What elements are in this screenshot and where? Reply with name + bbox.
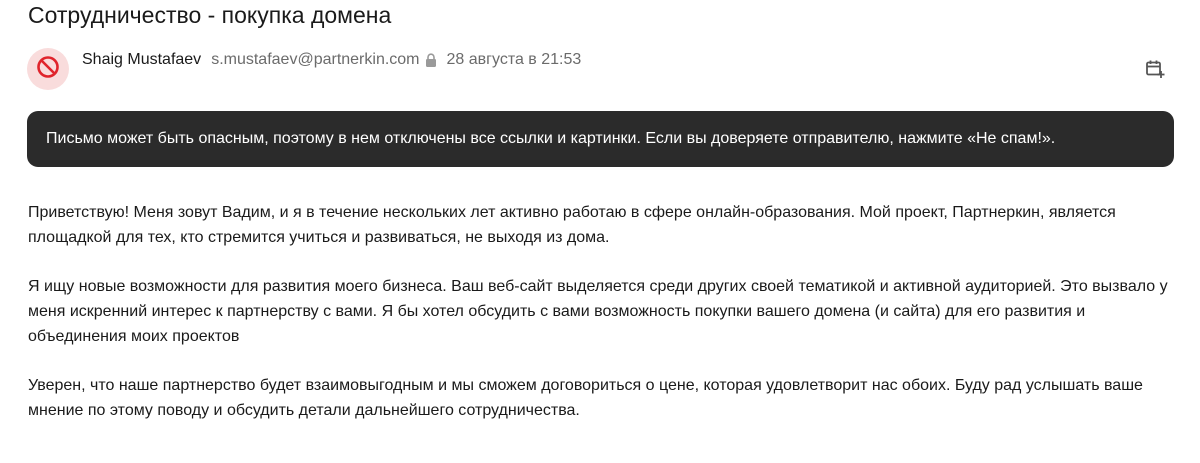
body-paragraph: Приветствую! Меня зовут Вадим, и я в теч… xyxy=(28,204,1116,246)
email-view: Сотрудничество - покупка домена Shaig Mu… xyxy=(0,0,1200,463)
blocked-icon xyxy=(36,55,60,84)
body-paragraph: Уверен, что наше партнерство будет взаим… xyxy=(28,377,1143,419)
avatar[interactable] xyxy=(27,48,69,90)
calendar-add-icon xyxy=(1145,59,1165,84)
sender-email[interactable]: s.mustafaev@partnerkin.com xyxy=(211,51,419,69)
sender-name[interactable]: Shaig Mustafaev xyxy=(82,51,201,69)
lock-icon xyxy=(425,53,437,67)
email-subject: Сотрудничество - покупка домена xyxy=(28,2,392,28)
add-to-calendar-button[interactable] xyxy=(1144,60,1166,82)
email-body: Приветствую! Меня зовут Вадим, и я в теч… xyxy=(28,200,1178,447)
sender-row: Shaig Mustafaev s.mustafaev@partnerkin.c… xyxy=(27,48,581,90)
spam-warning-banner: Письмо может быть опасным, поэтому в нем… xyxy=(27,111,1174,167)
body-paragraph: Я ищу новые возможности для развития мое… xyxy=(28,278,1168,345)
warning-text: Письмо может быть опасным, поэтому в нем… xyxy=(46,130,1056,147)
sender-meta: Shaig Mustafaev s.mustafaev@partnerkin.c… xyxy=(82,51,581,69)
sent-date: 28 августа в 21:53 xyxy=(446,51,582,68)
